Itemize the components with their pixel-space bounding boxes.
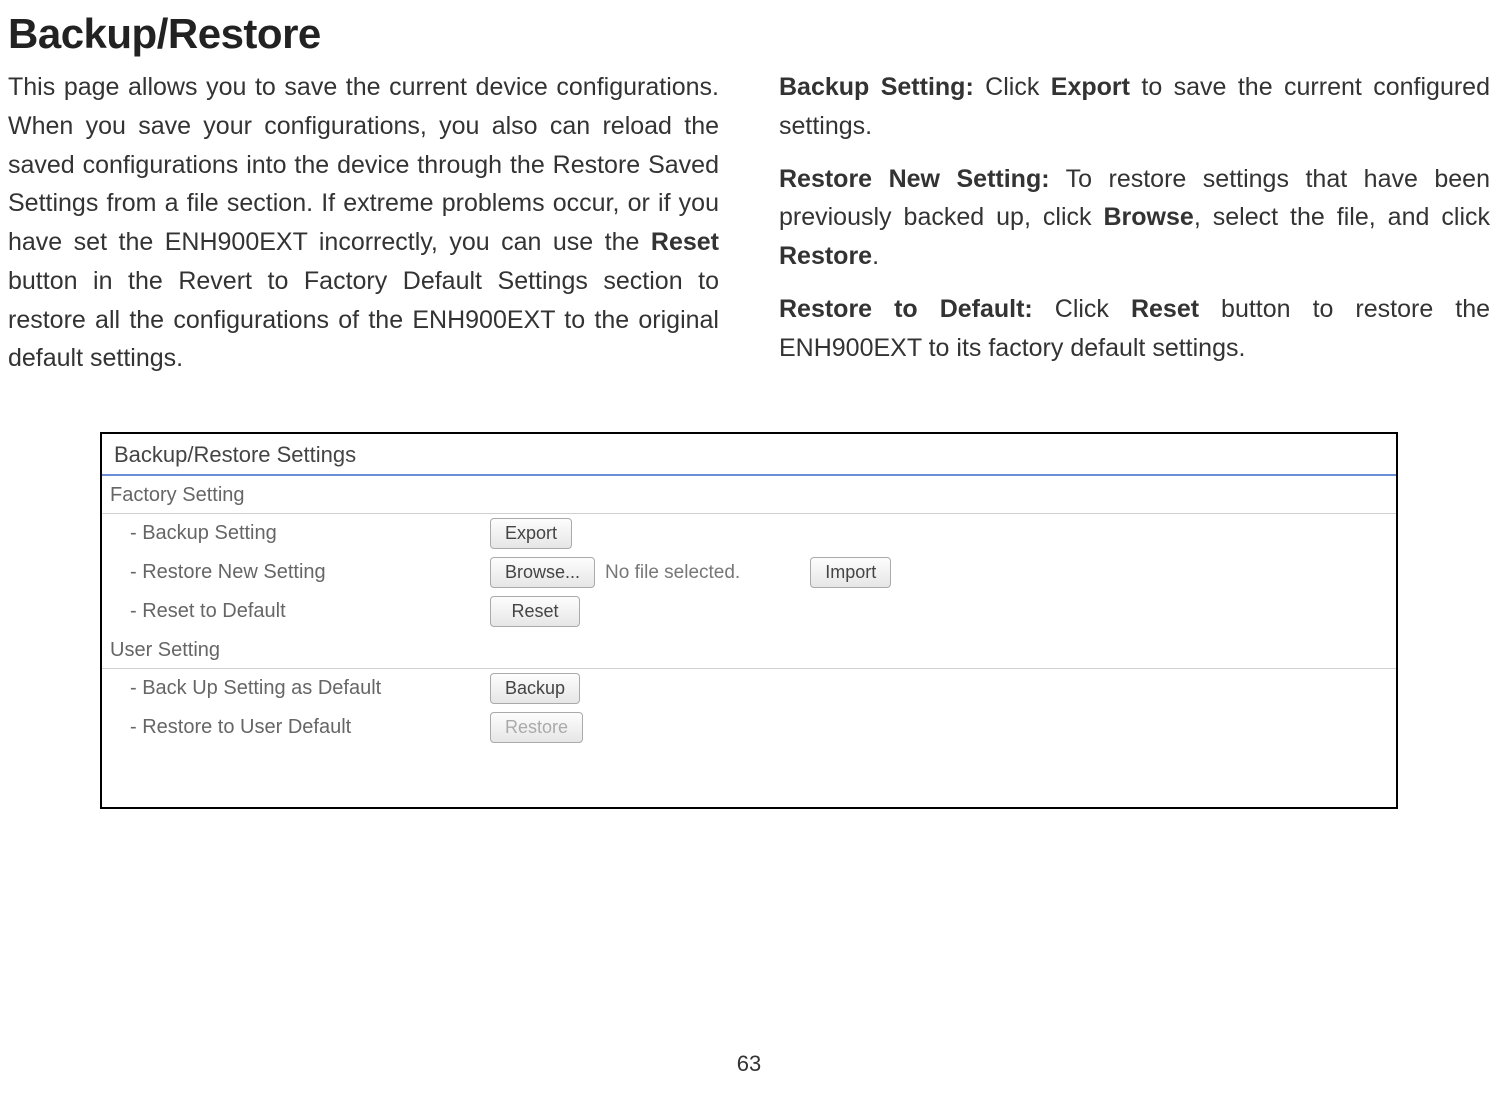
reset-default-row: - Reset to Default Reset bbox=[102, 592, 1396, 631]
text-columns: This page allows you to save the current… bbox=[0, 68, 1498, 392]
user-setting-header: User Setting bbox=[102, 631, 1396, 669]
restore-user-row: - Restore to User Default Restore bbox=[102, 708, 1396, 747]
left-column: This page allows you to save the current… bbox=[8, 68, 719, 392]
page-title: Backup/Restore bbox=[8, 10, 1498, 58]
restore-new-para: Restore New Setting: To restore settings… bbox=[779, 160, 1490, 276]
no-file-text: No file selected. bbox=[605, 562, 740, 584]
restore-user-label: - Restore to User Default bbox=[130, 716, 490, 739]
page-number: 63 bbox=[0, 1051, 1498, 1077]
restore-new-label: Restore New Setting: bbox=[779, 165, 1050, 193]
backup-as-default-label: - Back Up Setting as Default bbox=[130, 677, 490, 700]
intro-paragraph: This page allows you to save the current… bbox=[8, 68, 719, 378]
reset-default-row-label: - Reset to Default bbox=[130, 600, 490, 623]
browse-word: Browse bbox=[1104, 203, 1194, 231]
restore-word: Restore bbox=[779, 242, 872, 270]
panel-body: Factory Setting - Backup Setting Export … bbox=[102, 476, 1396, 807]
restore-new-c: . bbox=[872, 242, 879, 270]
backup-setting-row: - Backup Setting Export bbox=[102, 514, 1396, 553]
restore-new-row-label: - Restore New Setting bbox=[130, 561, 490, 584]
reset-button[interactable]: Reset bbox=[490, 596, 580, 627]
export-word: Export bbox=[1051, 73, 1130, 101]
restore-default-a: Click bbox=[1033, 295, 1131, 323]
restore-default-label: Restore to Default: bbox=[779, 295, 1033, 323]
right-column: Backup Setting: Click Export to save the… bbox=[779, 68, 1490, 392]
panel-title: Backup/Restore Settings bbox=[102, 434, 1396, 476]
reset-word-2: Reset bbox=[1131, 295, 1199, 323]
restore-new-b: , select the file, and click bbox=[1194, 203, 1490, 231]
restore-button[interactable]: Restore bbox=[490, 712, 583, 743]
backup-setting-row-label: - Backup Setting bbox=[130, 522, 490, 545]
backup-as-default-row: - Back Up Setting as Default Backup bbox=[102, 669, 1396, 708]
import-button[interactable]: Import bbox=[810, 557, 891, 588]
intro-text-b: button in the Revert to Factory Default … bbox=[8, 267, 719, 373]
reset-word: Reset bbox=[651, 228, 719, 256]
restore-default-para: Restore to Default: Click Reset button t… bbox=[779, 290, 1490, 368]
backup-setting-label: Backup Setting: bbox=[779, 73, 974, 101]
backup-restore-panel: Backup/Restore Settings Factory Setting … bbox=[100, 432, 1398, 809]
browse-button[interactable]: Browse... bbox=[490, 557, 595, 588]
restore-new-row: - Restore New Setting Browse... No file … bbox=[102, 553, 1396, 592]
factory-setting-header: Factory Setting bbox=[102, 476, 1396, 514]
intro-text-a: This page allows you to save the current… bbox=[8, 73, 719, 256]
backup-button[interactable]: Backup bbox=[490, 673, 580, 704]
export-button[interactable]: Export bbox=[490, 518, 572, 549]
backup-setting-para: Backup Setting: Click Export to save the… bbox=[779, 68, 1490, 146]
backup-setting-a: Click bbox=[974, 73, 1051, 101]
